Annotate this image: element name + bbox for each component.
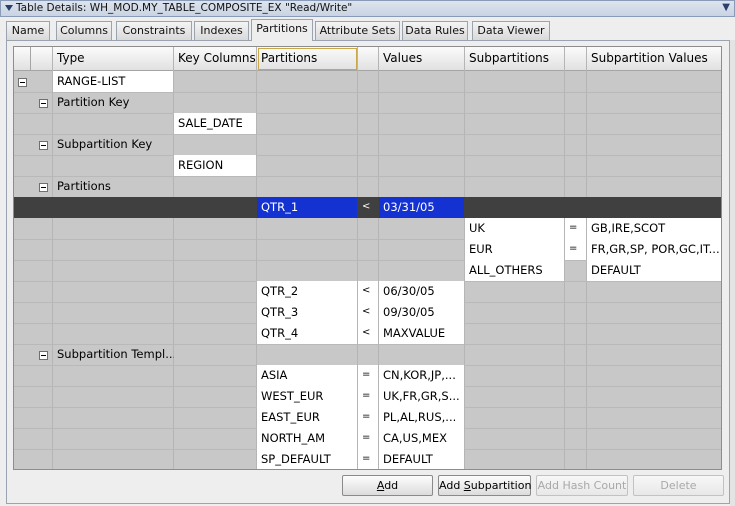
add-subpartition-button[interactable]: Add Subpartition [438, 475, 531, 496]
partition-name-cell[interactable]: QTR_3 [257, 302, 357, 323]
partitions-grid[interactable]: Type Key Columns Partitions Values Subpa… [13, 46, 722, 470]
partition-op: < [358, 281, 378, 302]
collapse-partitions-icon[interactable] [39, 183, 48, 192]
window-title-bar[interactable]: Table Details: WH_MOD.MY_TABLE_COMPOSITE… [0, 0, 735, 17]
row-divider [14, 155, 721, 156]
template-name-cell[interactable]: EAST_EUR [257, 407, 357, 428]
header-key-columns[interactable]: Key Columns [174, 47, 257, 71]
panel-edge [730, 40, 735, 506]
subpartition-value-cell[interactable]: DEFAULT [587, 260, 721, 281]
window-title: Table Details: WH_MOD.MY_TABLE_COMPOSITE… [16, 2, 353, 14]
partition-key-label: Partition Key [57, 95, 130, 109]
collapse-partition-key-icon[interactable] [39, 99, 48, 108]
header-toggle-col [31, 47, 53, 71]
subpartition-template-label: Subpartition Templ... [57, 347, 174, 361]
partition-value-cell[interactable]: 09/30/05 [379, 302, 464, 323]
tab-partitions[interactable]: Partitions [251, 19, 313, 41]
partition-name-cell[interactable]: QTR_2 [257, 281, 357, 302]
partition-op: < [358, 323, 378, 344]
template-value-cell[interactable]: UK,FR,GR,S... [379, 386, 464, 407]
tab-bar: Name Columns Constraints Indexes Partiti… [6, 19, 730, 41]
template-op: = [358, 365, 378, 386]
partition-op: < [358, 197, 378, 218]
tab-columns[interactable]: Columns [56, 21, 112, 40]
partition-op: < [358, 302, 378, 323]
delete-button[interactable]: Delete [633, 475, 724, 496]
subpartition-name-cell[interactable]: ALL_OTHERS [465, 260, 564, 281]
template-name-cell[interactable]: SP_DEFAULT [257, 449, 357, 469]
header-op2 [565, 47, 587, 71]
partition-value-cell[interactable]: MAXVALUE [379, 323, 464, 344]
header-subpartitions[interactable]: Subpartitions [465, 47, 565, 71]
template-value-cell[interactable]: CN,KOR,JP,... [379, 365, 464, 386]
subpartition-key-column[interactable]: REGION [174, 155, 256, 176]
collapse-subpartition-template-icon[interactable] [39, 351, 48, 360]
row-divider [14, 176, 721, 177]
tab-constraints[interactable]: Constraints [116, 21, 192, 40]
template-op: = [358, 449, 378, 469]
type-cell[interactable]: RANGE-LIST [53, 71, 173, 92]
subpartition-value-cell[interactable]: GB,IRE,SCOT [587, 218, 721, 239]
subpartition-value-cell[interactable]: FR,GR,SP, POR,GC,IT... [587, 239, 721, 260]
header-subpartition-values[interactable]: Subpartition Values [587, 47, 721, 71]
tab-data-viewer[interactable]: Data Viewer [472, 21, 550, 40]
subpartition-name-cell[interactable]: UK [465, 218, 564, 239]
tab-data-rules[interactable]: Data Rules [402, 21, 468, 40]
subpartition-op: = [565, 218, 586, 239]
template-op: = [358, 386, 378, 407]
add-button[interactable]: Add [342, 475, 433, 496]
header-corner [14, 47, 31, 71]
partition-name-cell[interactable]: QTR_4 [257, 323, 357, 344]
template-name-cell[interactable]: ASIA [257, 365, 357, 386]
partitions-label: Partitions [57, 179, 111, 193]
subpartition-name-cell[interactable]: EUR [465, 239, 564, 260]
collapse-range-list-icon[interactable] [18, 78, 27, 87]
template-name-cell[interactable]: WEST_EUR [257, 386, 357, 407]
add-button-label-post: dd [384, 479, 399, 492]
template-value-cell[interactable]: PL,AL,RUS,... [379, 407, 464, 428]
partition-key-column[interactable]: SALE_DATE [174, 113, 256, 134]
subpartition-op: = [565, 239, 586, 260]
add-hash-count-button[interactable]: Add Hash Count [536, 475, 628, 496]
partition-value-cell[interactable]: 03/31/05 [379, 197, 464, 218]
template-op: = [358, 428, 378, 449]
partition-value-cell[interactable]: 06/30/05 [379, 281, 464, 302]
add-subpartition-label-post: ubpartition [470, 479, 532, 492]
template-value-cell[interactable]: DEFAULT [379, 449, 464, 469]
add-subpartition-label-pre: Add [439, 479, 464, 492]
header-partitions[interactable]: Partitions [257, 47, 358, 71]
subpartition-key-label: Subpartition Key [57, 137, 153, 151]
template-name-cell[interactable]: NORTH_AM [257, 428, 357, 449]
partition-name-cell[interactable]: QTR_1 [257, 197, 357, 218]
tab-attribute-sets[interactable]: Attribute Sets [315, 21, 400, 40]
template-value-cell[interactable]: CA,US,MEX [379, 428, 464, 449]
row-divider [14, 113, 721, 114]
chevron-down-icon[interactable]: ▼ [722, 2, 730, 13]
tab-indexes[interactable]: Indexes [194, 21, 249, 40]
header-op [358, 47, 379, 71]
add-subpartition-mnemonic: S [463, 479, 471, 492]
header-type[interactable]: Type [53, 47, 174, 71]
header-values[interactable]: Values [379, 47, 465, 71]
tab-name[interactable]: Name [6, 21, 50, 40]
collapse-triangle-icon[interactable] [5, 5, 13, 11]
collapse-subpartition-key-icon[interactable] [39, 141, 48, 150]
template-op: = [358, 407, 378, 428]
